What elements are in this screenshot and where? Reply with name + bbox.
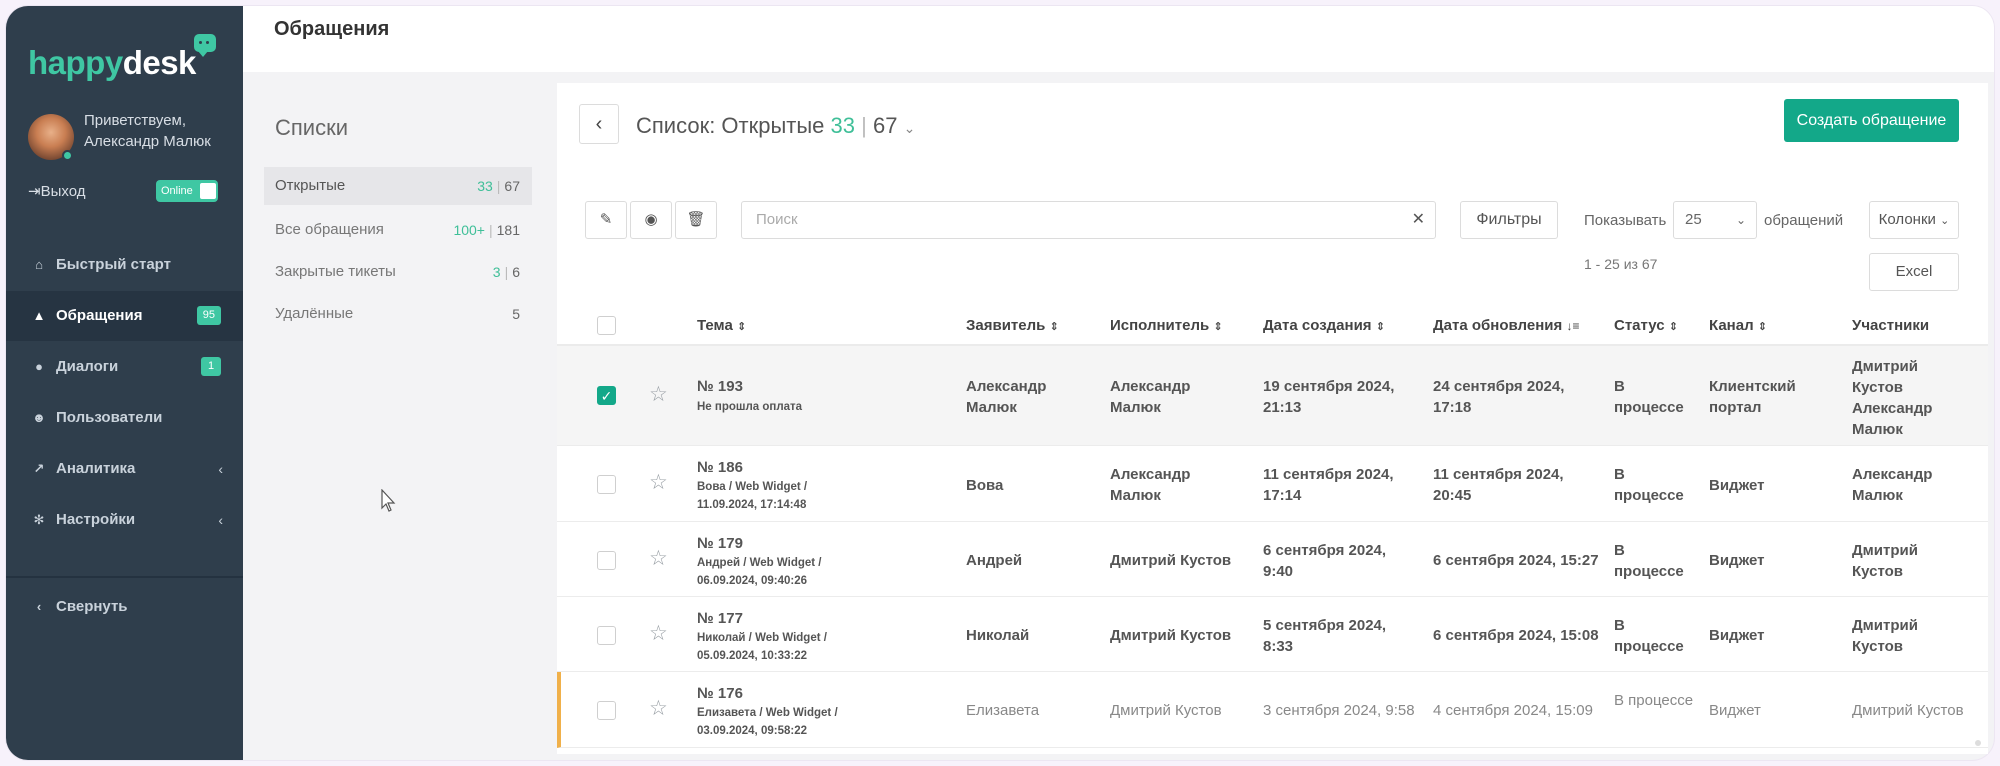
- column-members[interactable]: Участники: [1852, 317, 1929, 334]
- sort-icon: ⇕: [1375, 321, 1385, 333]
- star-icon[interactable]: ☆: [649, 621, 668, 646]
- row-checkbox[interactable]: ✓: [597, 386, 616, 405]
- eye-icon: ◉: [644, 211, 658, 228]
- chevron-down-icon: ⌄: [1735, 213, 1746, 227]
- table-row[interactable]: ☆ № 179 Андрей / Web Widget / 06.09.2024…: [557, 522, 1988, 597]
- scroll-indicator[interactable]: [1975, 740, 1981, 746]
- table-row[interactable]: ☆ № 176 Елизавета / Web Widget / 03.09.2…: [557, 672, 1988, 748]
- list-open-count: 33 | 67: [477, 178, 520, 194]
- chevron-left-icon: ‹: [218, 512, 223, 528]
- per-page-select[interactable]: 25 ⌄: [1673, 201, 1757, 239]
- table-row[interactable]: ☆ № 186 Вова / Web Widget / 11.09.2024, …: [557, 446, 1988, 522]
- star-icon[interactable]: ☆: [649, 546, 668, 571]
- pencil-icon: ✎: [599, 211, 613, 228]
- nav-settings[interactable]: ✻ Настройки ‹: [6, 495, 243, 545]
- logo[interactable]: happydesk: [28, 44, 196, 82]
- chevron-left-icon: ‹: [36, 599, 42, 614]
- dialogs-badge: 1: [201, 357, 221, 376]
- list-heading[interactable]: Список: Открытые 33 | 67 ⌄: [636, 113, 915, 139]
- row-checkbox[interactable]: [597, 551, 616, 570]
- requests-label: обращений: [1764, 212, 1844, 229]
- show-label: Показывать: [1584, 212, 1667, 229]
- column-updated[interactable]: Дата обновления ↓≡: [1433, 317, 1579, 334]
- chevron-left-icon: ‹: [218, 461, 223, 477]
- page-title: Обращения: [274, 18, 390, 40]
- column-status[interactable]: Статус ⇕: [1614, 317, 1678, 334]
- logout-link[interactable]: ⇥Выход: [28, 182, 85, 200]
- users-icon: ☻: [32, 410, 46, 425]
- chevron-left-icon: ‹: [595, 113, 603, 135]
- create-request-button[interactable]: Создать обращение: [1784, 99, 1959, 142]
- excel-export-button[interactable]: Excel: [1869, 253, 1959, 291]
- sidebar: happydesk Приветствуем, Александр Малюк …: [6, 6, 243, 760]
- list-all-count: 100+ | 181: [453, 222, 520, 238]
- select-all-checkbox[interactable]: [597, 316, 616, 335]
- sort-icon: ⇕: [736, 321, 747, 333]
- user-greeting: Приветствуем, Александр Малюк: [84, 112, 211, 150]
- pagination-range: 1 - 25 из 67: [1584, 256, 1658, 272]
- online-indicator: [62, 150, 73, 161]
- collapse-button[interactable]: ‹ Свернуть: [6, 582, 243, 632]
- star-icon[interactable]: ☆: [649, 470, 668, 495]
- nav-quick-start[interactable]: ⌂ Быстрый старт: [6, 240, 243, 290]
- chat-bubble-icon: [194, 34, 216, 57]
- column-assignee[interactable]: Исполнитель ⇕: [1110, 317, 1223, 334]
- row-checkbox[interactable]: [597, 626, 616, 645]
- star-icon[interactable]: ☆: [649, 382, 668, 407]
- trash-icon: 🗑: [686, 211, 706, 228]
- chevron-down-icon: ⌄: [1940, 215, 1950, 227]
- list-closed-count: 3 | 6: [492, 264, 520, 280]
- sort-desc-icon: ↓≡: [1566, 319, 1580, 333]
- table-row[interactable]: ✓ ☆ № 193 Не прошла оплата Александр Мал…: [557, 346, 1988, 446]
- chevron-down-icon: ⌄: [903, 120, 916, 136]
- online-toggle[interactable]: Online: [156, 180, 218, 202]
- gear-icon: ✻: [33, 512, 45, 527]
- nav-users[interactable]: ☻ Пользователи: [6, 393, 243, 443]
- delete-button[interactable]: 🗑: [675, 201, 717, 239]
- clear-search-icon[interactable]: ✕: [1412, 202, 1425, 238]
- list-deleted[interactable]: Удалённые 5: [264, 295, 532, 333]
- warning-icon: ▲: [32, 308, 46, 323]
- column-applicant[interactable]: Заявитель ⇕: [966, 317, 1059, 334]
- column-channel[interactable]: Канал ⇕: [1709, 317, 1767, 334]
- list-deleted-count: 5: [512, 306, 520, 322]
- column-subject[interactable]: Тема ⇕: [697, 317, 746, 334]
- filters-button[interactable]: Фильтры: [1460, 201, 1558, 239]
- logout-icon: ⇥: [28, 183, 41, 200]
- edit-button[interactable]: ✎: [585, 201, 627, 239]
- sidebar-divider: [6, 576, 243, 578]
- lists-title: Списки: [275, 115, 349, 140]
- chart-icon: ↗: [33, 461, 45, 476]
- chat-icon: ●: [35, 359, 43, 374]
- top-bar: [243, 6, 1994, 72]
- sort-icon: ⇕: [1213, 321, 1223, 333]
- search-input[interactable]: Поиск ✕: [741, 201, 1436, 239]
- star-icon[interactable]: ☆: [649, 696, 668, 721]
- nav-requests[interactable]: ▲ Обращения 95: [6, 291, 243, 341]
- list-all[interactable]: Все обращения 100+ | 181: [264, 211, 532, 249]
- sort-icon: ⇕: [1049, 321, 1059, 333]
- list-closed[interactable]: Закрытые тикеты 3 | 6: [264, 253, 532, 291]
- requests-badge: 95: [196, 306, 221, 325]
- home-icon: ⌂: [35, 257, 43, 272]
- column-created[interactable]: Дата создания ⇕: [1263, 317, 1385, 334]
- nav-analytics[interactable]: ↗ Аналитика ‹: [6, 444, 243, 494]
- nav-dialogs[interactable]: ● Диалоги 1: [6, 342, 243, 392]
- list-open[interactable]: Открытые 33 | 67: [264, 167, 532, 205]
- row-checkbox[interactable]: [597, 701, 616, 720]
- sort-icon: ⇕: [1757, 321, 1768, 333]
- back-button[interactable]: ‹: [579, 104, 619, 144]
- row-checkbox[interactable]: [597, 475, 616, 494]
- table-row[interactable]: ☆ № 177 Николай / Web Widget / 05.09.202…: [557, 597, 1988, 672]
- view-button[interactable]: ◉: [630, 201, 672, 239]
- sort-icon: ⇕: [1668, 321, 1678, 333]
- columns-button[interactable]: Колонки ⌄: [1869, 201, 1959, 239]
